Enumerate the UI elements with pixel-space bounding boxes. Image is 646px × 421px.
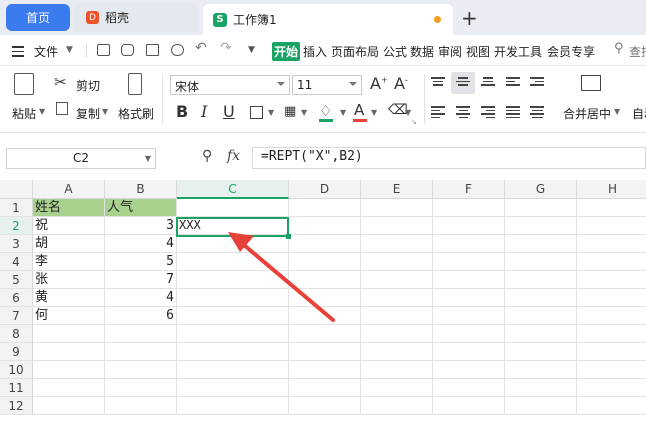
unsaved-dot-icon [434, 16, 441, 23]
font-family-value: 宋体 [175, 80, 200, 94]
align-bottom-icon[interactable] [481, 75, 495, 88]
font-size-select[interactable]: 11 [292, 75, 362, 95]
export-pdf-icon[interactable] [121, 44, 134, 56]
tab-workbook-label: 工作簿1 [233, 13, 277, 27]
fill-color-swatch [319, 119, 333, 122]
ribbon-toolbar: 粘贴 ▼ ✂ 剪切 复制 ▼ 格式刷 宋体 11 A+ A- B I U ▼ ▦… [0, 66, 646, 133]
indent-icon[interactable] [530, 75, 544, 88]
print-preview-icon[interactable] [171, 44, 184, 56]
paste-dropdown-chevron-icon[interactable]: ▼ [39, 107, 45, 116]
font-family-select[interactable]: 宋体 [170, 75, 290, 95]
borders-chevron-icon[interactable]: ▼ [268, 108, 274, 117]
fill-color-icon[interactable]: ♢ [319, 102, 332, 120]
menu-formulas[interactable]: 公式 [383, 43, 407, 60]
font-color-swatch [353, 119, 367, 122]
font-family-chevron-icon [277, 82, 285, 86]
text-direction-icon[interactable] [506, 75, 520, 88]
cell-style-chevron-icon[interactable]: ▼ [301, 108, 307, 117]
paste-button[interactable]: 粘贴 [12, 105, 36, 122]
search-icon[interactable]: ⚲ [614, 41, 624, 56]
eraser-chevron-icon[interactable]: ▼ [405, 108, 411, 117]
align-center-icon[interactable] [456, 104, 470, 120]
font-dialog-launcher-icon[interactable]: ↘ [411, 118, 417, 126]
menu-search[interactable]: 查找 [629, 43, 646, 60]
cut-button[interactable]: 剪切 [76, 77, 100, 94]
font-size-value: 11 [297, 78, 313, 92]
bold-icon[interactable]: B [176, 102, 188, 121]
menu-divider [86, 44, 87, 57]
align-middle-icon[interactable] [456, 75, 470, 88]
annotation-arrow [228, 232, 335, 322]
scissors-icon[interactable]: ✂ [54, 73, 67, 91]
merge-center-chevron-icon[interactable]: ▼ [614, 107, 620, 116]
menu-insert[interactable]: 插入 [303, 43, 327, 60]
menu-file[interactable]: 文件 [34, 43, 58, 60]
copy-dropdown-chevron-icon[interactable]: ▼ [102, 107, 108, 116]
menu-view[interactable]: 视图 [466, 43, 490, 60]
font-color-icon[interactable]: A [354, 101, 364, 119]
paste-icon[interactable] [14, 73, 34, 95]
spreadsheet-grid: A B C D E F G H 1 姓名 人气 2 祝 3 XXX 3 胡 4 4 李 5 5 张 7 6 黄 4 7… [0, 180, 646, 421]
file-dropdown-chevron-icon[interactable]: ▼ [66, 45, 73, 55]
cell-style-icon[interactable]: ▦ [284, 104, 296, 119]
hamburger-menu-icon[interactable] [12, 46, 24, 57]
tab-daoke-label: 稻壳 [105, 11, 130, 25]
zoom-formula-icon[interactable]: ⚲ [202, 148, 212, 164]
new-tab-button[interactable]: + [461, 6, 478, 30]
annotation-arrow-shaft [236, 238, 335, 322]
menu-bar: 文件 ▼ ↶ ↷ ▼ 开始 插入 页面布局 公式 数据 审阅 视图 开发工具 会… [0, 35, 646, 66]
font-color-chevron-icon[interactable]: ▼ [371, 108, 377, 117]
tab-daoke[interactable]: D 稻壳 [74, 3, 198, 32]
name-box-value: C2 [72, 151, 89, 165]
decrease-font-size-icon[interactable]: A- [394, 74, 408, 93]
menu-developer[interactable]: 开发工具 [494, 43, 542, 60]
insert-function-icon[interactable]: fx [227, 148, 240, 164]
menu-data[interactable]: 数据 [410, 43, 434, 60]
ribbon-divider [424, 74, 425, 124]
copy-icon[interactable] [56, 102, 68, 115]
font-size-chevron-icon [349, 82, 357, 86]
fill-color-chevron-icon[interactable]: ▼ [340, 108, 346, 117]
underline-icon[interactable]: U [223, 102, 235, 121]
wrap-text-button[interactable]: 自动 [632, 105, 646, 122]
name-box[interactable]: C2 ▼ [6, 148, 156, 169]
menu-home-tab[interactable]: 开始 [272, 42, 301, 61]
increase-font-size-icon[interactable]: A+ [370, 74, 388, 93]
print-icon[interactable] [146, 44, 159, 56]
align-right-icon[interactable] [481, 104, 495, 120]
menu-review[interactable]: 审阅 [438, 43, 462, 60]
format-painter-button[interactable]: 格式刷 [118, 105, 154, 122]
tab-home[interactable]: 首页 [6, 4, 70, 31]
align-left-icon[interactable] [431, 104, 445, 120]
spreadsheet-logo-icon: S [213, 12, 227, 27]
format-painter-icon[interactable] [128, 73, 142, 95]
ribbon-divider [162, 74, 163, 124]
distributed-align-icon[interactable] [530, 104, 544, 120]
name-box-chevron-icon[interactable]: ▼ [145, 149, 151, 168]
menu-page-layout[interactable]: 页面布局 [331, 43, 379, 60]
save-icon[interactable] [97, 44, 110, 56]
tab-bar: 首页 D 稻壳 S 工作簿1 + [0, 0, 646, 35]
redo-icon[interactable]: ↷ [220, 40, 232, 56]
justify-icon[interactable] [506, 104, 520, 120]
borders-icon[interactable] [250, 106, 263, 119]
quick-access-more-icon[interactable]: ▼ [248, 45, 255, 55]
merge-center-icon[interactable] [581, 75, 601, 91]
formula-input[interactable]: =REPT("X",B2) [252, 147, 646, 169]
copy-button[interactable]: 复制 [76, 105, 100, 122]
italic-icon[interactable]: I [201, 102, 207, 121]
merge-center-button[interactable]: 合并居中 [563, 105, 611, 122]
align-top-icon[interactable] [431, 75, 445, 88]
daoke-logo-icon: D [86, 11, 99, 24]
menu-member[interactable]: 会员专享 [547, 43, 595, 60]
undo-icon[interactable]: ↶ [195, 40, 207, 56]
tab-home-label: 首页 [25, 11, 50, 25]
tab-workbook[interactable]: S 工作簿1 [203, 4, 453, 35]
